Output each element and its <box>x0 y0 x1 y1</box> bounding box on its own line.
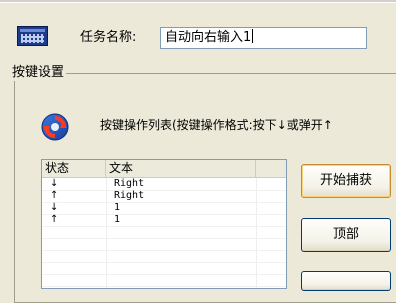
top-divider <box>0 0 396 3</box>
key-operations-title: 按键操作列表(按键操作格式:按下↓或弹开↑ <box>100 118 333 132</box>
column-header-text[interactable]: 文本 <box>106 160 256 177</box>
keyboard-icon <box>17 26 48 46</box>
task-name-value: 自动向右输入1 <box>165 30 252 45</box>
start-capture-button[interactable]: 开始捕获 <box>301 164 391 198</box>
row-status: ↓ <box>50 178 59 189</box>
task-name-input[interactable]: 自动向右输入1 <box>160 27 367 49</box>
row-text: 1 <box>114 202 121 213</box>
row-status: ↓ <box>50 202 59 213</box>
top-button[interactable]: 顶部 <box>301 218 391 252</box>
list-row[interactable]: ↑ 1 <box>42 214 286 226</box>
key-operations-list[interactable]: 状态 文本 ↓ Right ↑ Right ↓ 1 ↑ 1 <box>41 159 287 289</box>
row-status: ↑ <box>50 214 59 225</box>
list-row[interactable]: ↓ 1 <box>42 202 286 214</box>
column-header-filler <box>256 160 286 177</box>
refresh-icon <box>41 113 69 141</box>
list-rows: ↓ Right ↑ Right ↓ 1 ↑ 1 <box>42 178 286 226</box>
column-header-status[interactable]: 状态 <box>42 160 106 177</box>
row-text: 1 <box>114 214 121 225</box>
list-row[interactable]: ↑ Right <box>42 190 286 202</box>
list-header: 状态 文本 <box>42 160 286 178</box>
row-status: ↑ <box>50 190 59 201</box>
row-text: Right <box>114 178 145 189</box>
partial-button[interactable] <box>301 271 391 291</box>
key-settings-title: 按键设置 <box>10 65 67 81</box>
row-text: Right <box>114 190 145 201</box>
task-name-label: 任务名称: <box>80 30 137 45</box>
text-caret <box>252 29 254 43</box>
list-row[interactable]: ↓ Right <box>42 178 286 190</box>
